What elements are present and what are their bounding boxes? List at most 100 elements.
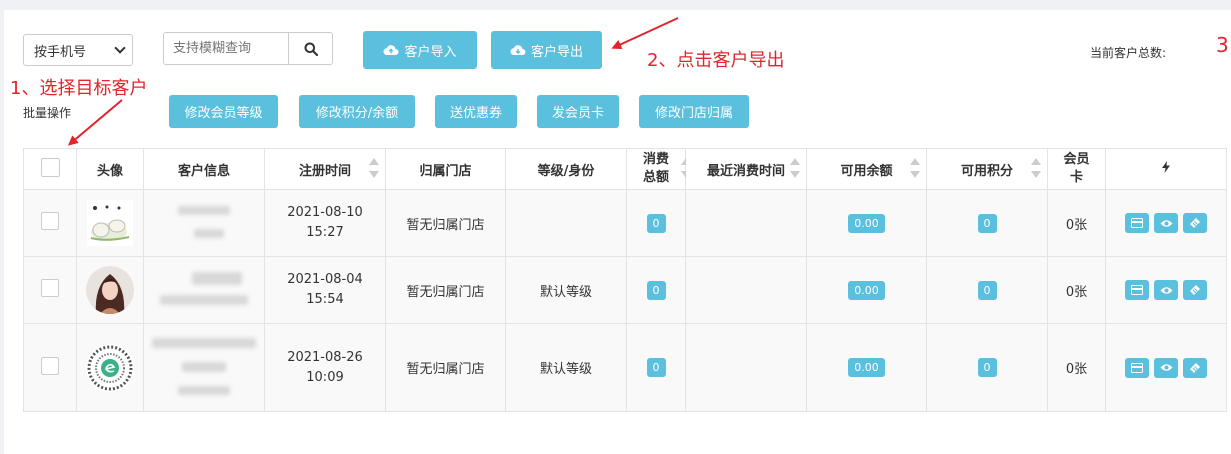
sort-icon [1031, 158, 1041, 180]
coupon-button[interactable] [1183, 357, 1207, 378]
customer-table: 头像 客户信息 注册时间 归属门店 等级/身份 消费 总额 最近消费时间 可用余额… [23, 148, 1227, 412]
credit-card-icon [1131, 218, 1143, 228]
level-cell [505, 189, 627, 257]
register-time: 10:09 [306, 369, 344, 385]
search-icon [304, 42, 318, 56]
search-type-value: 按手机号 [34, 44, 87, 60]
search-box [163, 32, 333, 65]
member-card-cell: 0张 [1047, 323, 1106, 412]
header-card-line2: 卡 [1069, 170, 1083, 185]
eye-icon [1160, 364, 1172, 371]
view-button[interactable] [1154, 357, 1178, 378]
modify-level-label: 修改会员等级 [184, 106, 263, 121]
member-card-cell: 0张 [1047, 189, 1106, 257]
row-checkbox[interactable] [41, 279, 59, 297]
header-total-spent-line1: 消费 [642, 152, 669, 167]
chevron-down-icon [114, 42, 126, 54]
lightning-icon [1162, 161, 1170, 173]
store-cell: 暂无归属门店 [385, 256, 506, 324]
avatar-cell [76, 323, 144, 412]
row-checkbox-cell [23, 256, 77, 324]
header-register-time[interactable]: 注册时间 [264, 148, 386, 190]
import-customers-button[interactable]: 客户导入 [363, 31, 477, 69]
balance-cell: 0.00 [806, 323, 927, 412]
eye-icon [1160, 286, 1172, 294]
customer-info-cell [143, 323, 265, 412]
points-cell: 0 [926, 323, 1048, 412]
balance-cell: 0.00 [806, 189, 927, 257]
row-checkbox-cell [23, 189, 77, 257]
level-cell: 默认等级 [505, 323, 627, 412]
card-button[interactable] [1125, 357, 1149, 378]
register-date: 2021-08-10 [287, 205, 363, 220]
select-all-checkbox[interactable] [40, 157, 60, 177]
operations-cell [1105, 256, 1227, 324]
coupon-button[interactable] [1183, 280, 1207, 300]
balance-badge: 0.00 [848, 280, 885, 300]
card-button[interactable] [1125, 213, 1149, 233]
view-button[interactable] [1154, 280, 1178, 300]
header-last-consume-label: 最近消费时间 [706, 163, 785, 179]
header-balance[interactable]: 可用余额 [806, 148, 927, 190]
import-label: 客户导入 [404, 44, 457, 60]
register-time-cell: 2021-08-10 15:27 [264, 189, 386, 257]
total-spent-badge: 0 [646, 213, 666, 233]
register-time: 15:54 [306, 292, 344, 307]
search-input[interactable] [164, 33, 288, 64]
row-checkbox-cell [23, 323, 77, 412]
table-row: 2021-08-04 15:54 暂无归属门店 默认等级 0 0.00 0 0张 [23, 256, 1227, 324]
total-spent-badge: 0 [646, 358, 666, 377]
avatar [86, 266, 134, 314]
register-date: 2021-08-04 [287, 272, 363, 287]
header-points[interactable]: 可用积分 [926, 148, 1048, 190]
level-cell: 默认等级 [505, 256, 627, 324]
cloud-download-icon [510, 45, 526, 56]
modify-points-balance-button[interactable]: 修改积分/余额 [299, 95, 415, 128]
header-card-line1: 会员 [1063, 152, 1090, 167]
register-time-cell: 2021-08-04 15:54 [264, 256, 386, 324]
modify-points-balance-label: 修改积分/余额 [315, 106, 399, 121]
export-customers-button[interactable]: 客户导出 [491, 31, 602, 69]
issue-card-label: 发会员卡 [551, 106, 604, 121]
total-customers-label: 当前客户总数: [1090, 46, 1167, 60]
modify-store-button[interactable]: 修改门店归属 [639, 95, 749, 128]
header-total-spent[interactable]: 消费 总额 [626, 148, 691, 190]
view-button[interactable] [1154, 213, 1178, 233]
row-checkbox[interactable] [41, 212, 59, 230]
header-operations [1105, 148, 1227, 190]
coupon-button[interactable] [1183, 213, 1207, 233]
header-balance-label: 可用余额 [840, 163, 893, 179]
row-checkbox[interactable] [41, 356, 59, 375]
send-coupon-button[interactable]: 送优惠券 [435, 95, 517, 128]
last-consume-cell [685, 256, 807, 324]
total-spent-cell: 0 [626, 323, 686, 412]
customer-info-cell [143, 256, 265, 324]
issue-card-button[interactable]: 发会员卡 [537, 95, 619, 128]
operations-cell [1105, 323, 1227, 412]
store-cell: 暂无归属门店 [385, 189, 506, 257]
header-level: 等级/身份 [505, 148, 627, 190]
search-type-select[interactable]: 按手机号 [23, 34, 133, 66]
modify-level-button[interactable]: 修改会员等级 [169, 95, 278, 128]
points-badge: 0 [977, 358, 997, 377]
batch-operations-label: 批量操作 [23, 106, 72, 120]
total-spent-badge: 0 [646, 280, 666, 300]
search-button[interactable] [288, 33, 332, 64]
customer-info-cell [143, 189, 265, 257]
annotation-step1: 1、选择目标客户 [10, 78, 148, 99]
points-badge: 0 [977, 280, 997, 300]
avatar [87, 200, 133, 246]
store-cell: 暂无归属门店 [385, 323, 506, 412]
table-row: 2021-08-26 10:09 暂无归属门店 默认等级 0 0.00 0 0张 [23, 323, 1227, 412]
header-register-time-label: 注册时间 [298, 163, 351, 179]
card-button[interactable] [1125, 280, 1149, 300]
header-last-consume-time[interactable]: 最近消费时间 [685, 148, 807, 190]
total-spent-cell: 0 [626, 189, 686, 257]
points-cell: 0 [926, 189, 1048, 257]
avatar-cell [76, 256, 144, 324]
eye-icon [1160, 219, 1172, 227]
credit-card-icon [1131, 362, 1143, 373]
header-customer-info: 客户信息 [143, 148, 265, 190]
header-avatar: 头像 [76, 148, 144, 190]
last-consume-cell [685, 323, 807, 412]
